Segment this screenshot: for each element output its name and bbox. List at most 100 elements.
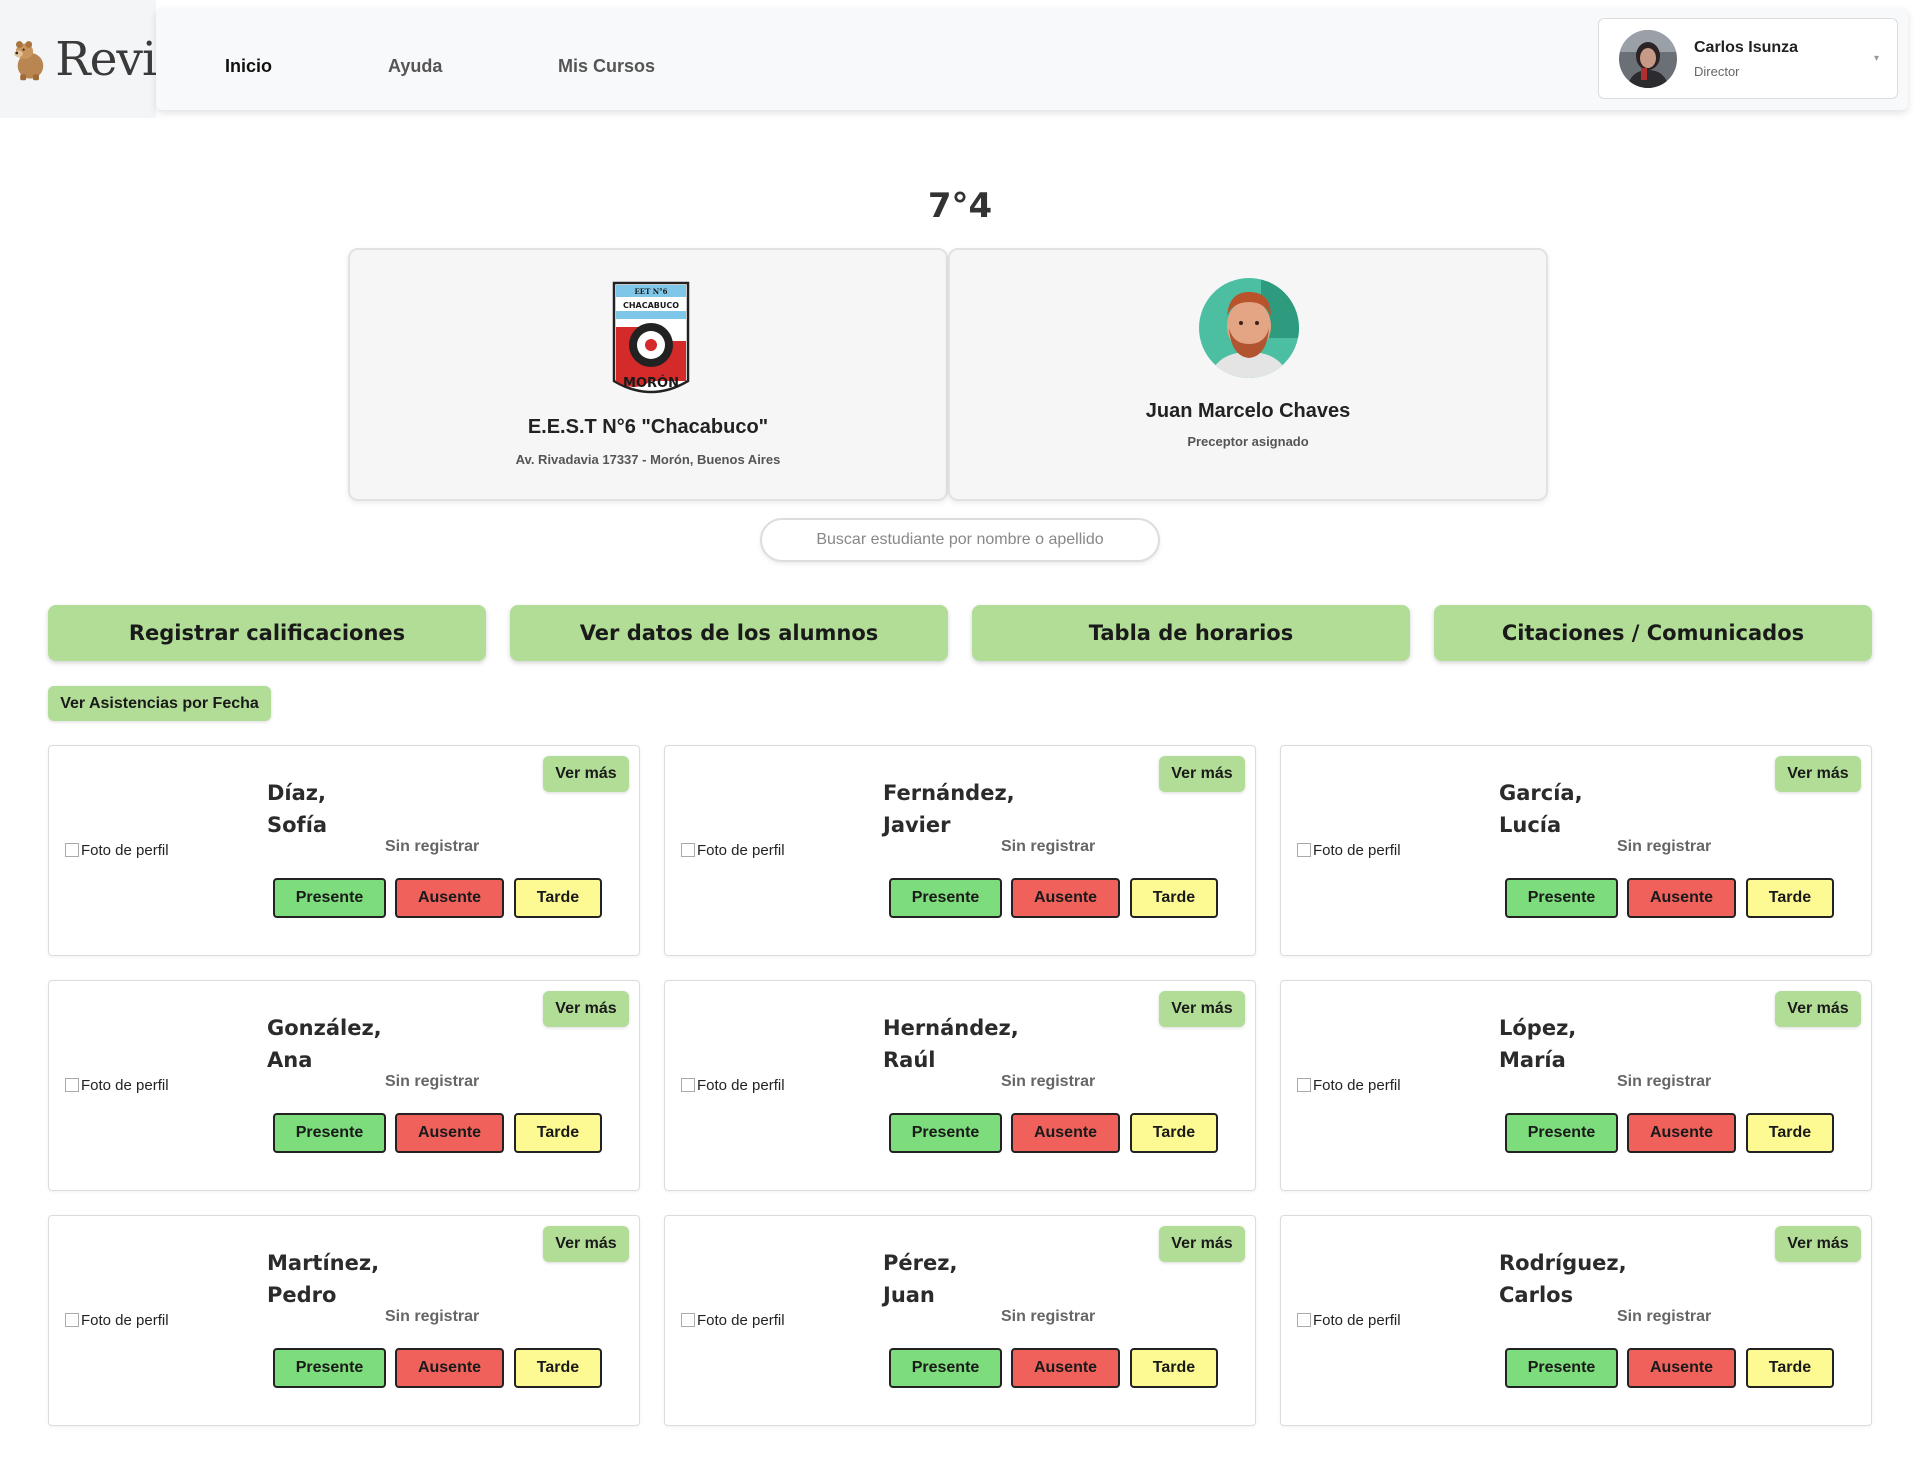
tarde-button[interactable]: Tarde <box>514 1113 602 1153</box>
student-first-name: Juan <box>883 1283 935 1307</box>
student-name: Hernández, Raúl <box>883 1012 1019 1076</box>
ver-mas-button[interactable]: Ver más <box>1159 1226 1245 1262</box>
page-title: 7°4 <box>927 186 993 226</box>
student-name: González, Ana <box>267 1012 382 1076</box>
ausente-button[interactable]: Ausente <box>1011 1113 1120 1153</box>
student-card: Foto de perfil Pérez, Juan Sin registrar Ver… <box>664 1215 1256 1426</box>
ausente-button[interactable]: Ausente <box>395 1348 504 1388</box>
profile-photo: Foto de perfil <box>1297 842 1415 862</box>
school-card: EET N°6 CHACABUCO MORÓN E.E.S.T N°6 "Cha… <box>348 248 948 501</box>
broken-image-icon <box>681 1313 695 1327</box>
student-name: Martínez, Pedro <box>267 1247 379 1311</box>
ausente-button[interactable]: Ausente <box>1011 1348 1120 1388</box>
ver-mas-button[interactable]: Ver más <box>543 1226 629 1262</box>
tarde-button[interactable]: Tarde <box>1746 1348 1834 1388</box>
attendance-status: Sin registrar <box>385 1308 480 1325</box>
profile-photo: Foto de perfil <box>65 842 183 862</box>
presente-button[interactable]: Presente <box>273 1113 386 1153</box>
presente-button[interactable]: Presente <box>273 1348 386 1388</box>
ausente-button[interactable]: Ausente <box>1011 878 1120 918</box>
profile-photo: Foto de perfil <box>65 1312 183 1332</box>
avatar <box>1619 29 1677 88</box>
ver-mas-button[interactable]: Ver más <box>1159 991 1245 1027</box>
profile-photo: Foto de perfil <box>681 1077 799 1097</box>
presente-button[interactable]: Presente <box>1505 1348 1618 1388</box>
student-first-name: Carlos <box>1499 1283 1574 1307</box>
profile-photo-alt: Foto de perfil <box>1313 1077 1401 1094</box>
nav-item-inicio[interactable]: Inicio <box>225 56 272 77</box>
profile-photo-alt: Foto de perfil <box>697 1077 785 1094</box>
student-name: López, María <box>1499 1012 1576 1076</box>
student-first-name: Lucía <box>1499 813 1562 837</box>
ver-mas-button[interactable]: Ver más <box>1159 756 1245 792</box>
profile-photo-alt: Foto de perfil <box>697 842 785 859</box>
profile-photo-alt: Foto de perfil <box>81 1312 169 1329</box>
school-name: E.E.S.T N°6 "Chacabuco" <box>527 416 769 438</box>
user-name: Carlos Isunza <box>1694 38 1799 56</box>
nav-item-mis-cursos[interactable]: Mis Cursos <box>558 56 655 77</box>
ausente-button[interactable]: Ausente <box>395 878 504 918</box>
student-first-name: Sofía <box>267 813 328 837</box>
ver-mas-button[interactable]: Ver más <box>1775 756 1861 792</box>
student-name: Rodríguez, Carlos <box>1499 1247 1627 1311</box>
tarde-button[interactable]: Tarde <box>514 1348 602 1388</box>
student-card: Foto de perfil Martínez, Pedro Sin registra… <box>48 1215 640 1426</box>
broken-image-icon <box>65 843 79 857</box>
bear-logo-icon <box>14 41 44 81</box>
tarde-button[interactable]: Tarde <box>1746 878 1834 918</box>
ver-mas-button[interactable]: Ver más <box>543 991 629 1027</box>
attendance-status: Sin registrar <box>385 1073 480 1090</box>
attendance-status: Sin registrar <box>385 838 480 855</box>
student-data-button[interactable]: Ver datos de los alumnos <box>510 605 948 661</box>
broken-image-icon <box>65 1078 79 1092</box>
broken-image-icon <box>1297 1078 1311 1092</box>
student-first-name: Javier <box>883 813 951 837</box>
attendance-status: Sin registrar <box>1617 1308 1712 1325</box>
brand-logo[interactable]: Revi <box>0 0 157 118</box>
user-menu[interactable]: Carlos Isunza Director ▾ <box>1598 18 1898 99</box>
student-card: Foto de perfil Hernández, Raúl Sin registra… <box>664 980 1256 1191</box>
search-input[interactable] <box>760 518 1160 562</box>
tarde-button[interactable]: Tarde <box>1130 1113 1218 1153</box>
preceptor-role: Preceptor asignado <box>1187 434 1309 449</box>
nav-item-ayuda[interactable]: Ayuda <box>388 56 442 77</box>
ver-mas-button[interactable]: Ver más <box>543 756 629 792</box>
ausente-button[interactable]: Ausente <box>395 1113 504 1153</box>
presente-button[interactable]: Presente <box>1505 878 1618 918</box>
register-grades-button[interactable]: Registrar calificaciones <box>48 605 486 661</box>
user-role: Director <box>1694 63 1740 79</box>
presente-button[interactable]: Presente <box>889 1113 1002 1153</box>
student-card: Foto de perfil González, Ana Sin registrar V… <box>48 980 640 1191</box>
tarde-button[interactable]: Tarde <box>514 878 602 918</box>
tarde-button[interactable]: Tarde <box>1746 1113 1834 1153</box>
presente-button[interactable]: Presente <box>273 878 386 918</box>
profile-photo: Foto de perfil <box>681 842 799 862</box>
ver-mas-button[interactable]: Ver más <box>1775 991 1861 1027</box>
ausente-button[interactable]: Ausente <box>1627 878 1736 918</box>
student-card: Foto de perfil Fernández, Javier Sin regist… <box>664 745 1256 956</box>
student-last-name: González, <box>267 1016 382 1040</box>
profile-photo-alt: Foto de perfil <box>81 842 169 859</box>
profile-photo-alt: Foto de perfil <box>1313 1312 1401 1329</box>
student-name: Fernández, Javier <box>883 777 1015 841</box>
citations-button[interactable]: Citaciones / Comunicados <box>1434 605 1872 661</box>
schedule-table-button[interactable]: Tabla de horarios <box>972 605 1410 661</box>
attendance-status: Sin registrar <box>1617 838 1712 855</box>
chevron-down-icon[interactable]: ▾ <box>1874 53 1879 64</box>
presente-button[interactable]: Presente <box>1505 1113 1618 1153</box>
profile-photo: Foto de perfil <box>681 1312 799 1332</box>
ver-mas-button[interactable]: Ver más <box>1775 1226 1861 1262</box>
attendance-by-date-button[interactable]: Ver Asistencias por Fecha <box>48 686 271 721</box>
ausente-button[interactable]: Ausente <box>1627 1348 1736 1388</box>
ausente-button[interactable]: Ausente <box>1627 1113 1736 1153</box>
profile-photo: Foto de perfil <box>1297 1077 1415 1097</box>
tarde-button[interactable]: Tarde <box>1130 878 1218 918</box>
presente-button[interactable]: Presente <box>889 878 1002 918</box>
profile-photo-alt: Foto de perfil <box>697 1312 785 1329</box>
tarde-button[interactable]: Tarde <box>1130 1348 1218 1388</box>
preceptor-avatar <box>1199 278 1299 378</box>
student-card: Foto de perfil García, Lucía Sin registrar V… <box>1280 745 1872 956</box>
presente-button[interactable]: Presente <box>889 1348 1002 1388</box>
broken-image-icon <box>1297 843 1311 857</box>
student-grid: Foto de perfil Díaz, Sofía Sin registrar Ver… <box>48 745 1872 1426</box>
